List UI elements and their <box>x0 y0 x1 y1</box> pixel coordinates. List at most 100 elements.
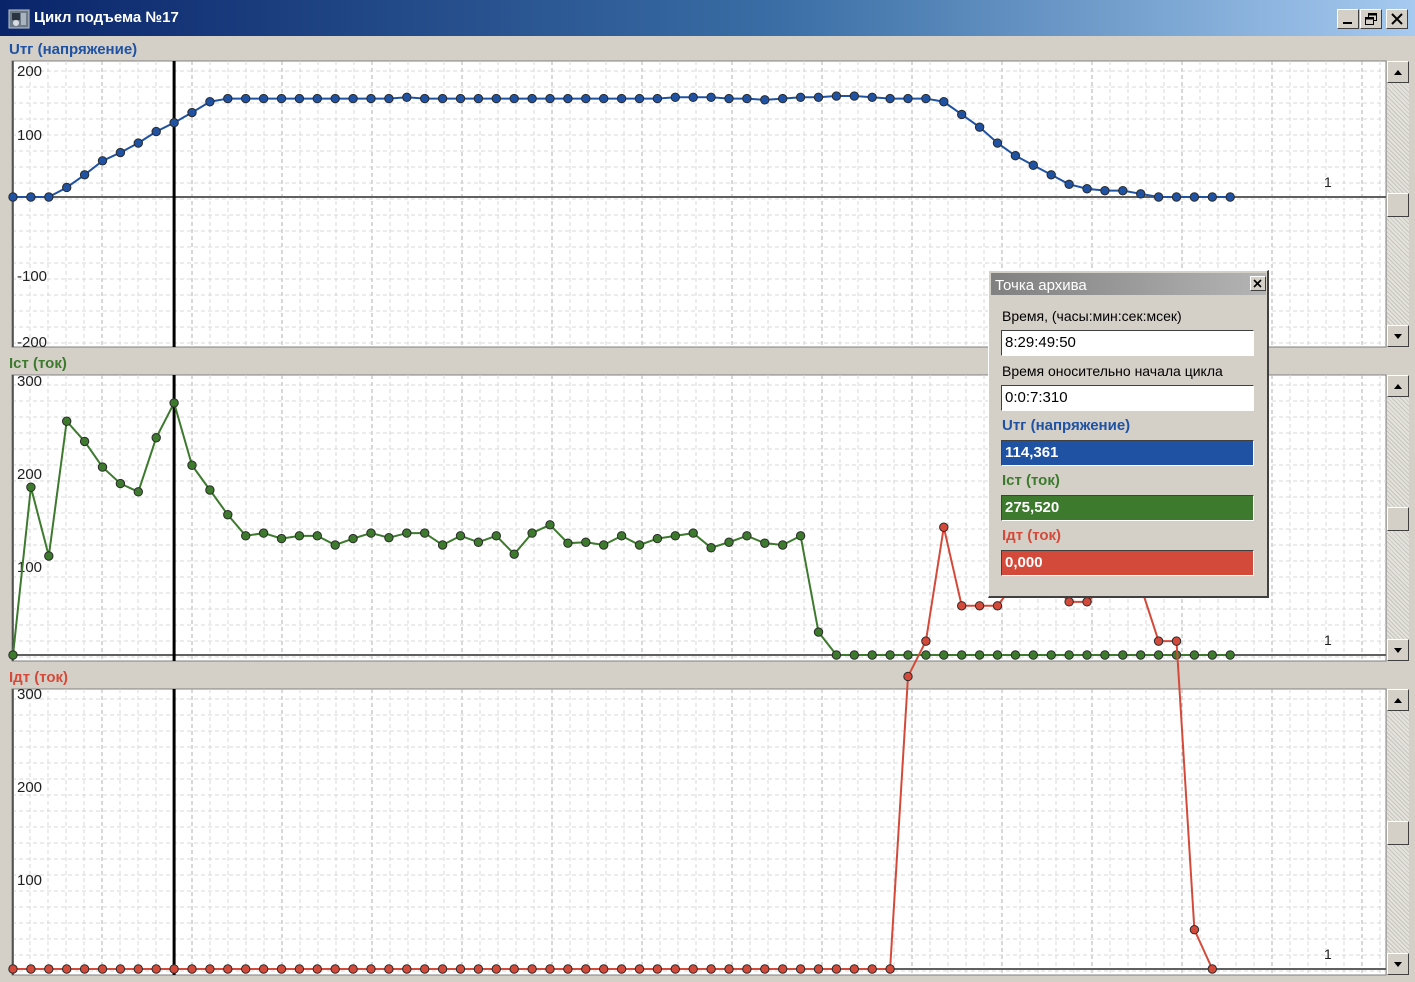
data-point <box>258 964 269 974</box>
y-tick-label: 200 <box>17 63 42 80</box>
data-point <box>8 192 18 202</box>
data-point <box>330 93 340 104</box>
data-point <box>795 964 806 974</box>
y-tick-label: 100 <box>17 127 42 144</box>
data-point <box>795 92 806 103</box>
data-point <box>115 964 126 974</box>
scroll-down-button[interactable] <box>1387 325 1409 347</box>
data-point <box>1118 650 1128 660</box>
time-field[interactable]: 8:29:49:50 <box>1001 330 1254 356</box>
data-point <box>97 156 108 166</box>
data-point <box>527 528 537 538</box>
data-point <box>44 964 54 974</box>
data-point <box>599 93 609 104</box>
data-point <box>992 601 1003 611</box>
scroll-up-button[interactable] <box>1387 689 1409 711</box>
data-point <box>634 93 645 104</box>
data-point <box>1028 160 1039 170</box>
data-point <box>169 964 179 974</box>
data-point <box>867 650 877 660</box>
scroll-up-button[interactable] <box>1387 61 1409 83</box>
data-point <box>616 93 627 104</box>
data-point <box>437 964 448 974</box>
relative-time-field[interactable]: 0:0:7:310 <box>1001 385 1254 411</box>
data-point <box>330 540 340 550</box>
data-point <box>957 650 967 660</box>
data-point <box>706 543 716 553</box>
data-point <box>187 107 197 118</box>
data-point <box>939 97 949 107</box>
data-point <box>384 532 394 543</box>
voltage-value-field[interactable]: 114,361 <box>1001 440 1254 466</box>
data-point <box>312 93 322 104</box>
data-point <box>241 93 251 104</box>
data-point <box>187 964 197 974</box>
data-point <box>760 538 770 548</box>
data-point <box>849 964 859 974</box>
scroll-thumb[interactable] <box>1387 821 1409 845</box>
data-point <box>61 964 72 974</box>
data-point <box>670 531 680 541</box>
stator-current-scrollbar[interactable] <box>1387 375 1409 661</box>
data-point <box>8 964 18 974</box>
rotor-current-scrollbar[interactable] <box>1387 689 1409 975</box>
data-point <box>1153 192 1164 202</box>
data-point <box>652 964 663 974</box>
data-point <box>115 478 126 489</box>
data-point <box>778 93 788 104</box>
data-point <box>634 540 645 550</box>
dialog-close-button[interactable] <box>1250 276 1266 291</box>
data-point <box>491 93 501 104</box>
data-point <box>742 531 752 541</box>
data-point <box>169 118 179 128</box>
scroll-thumb[interactable] <box>1387 193 1409 217</box>
stator-current-value-field[interactable]: 275,520 <box>1001 495 1254 521</box>
rotor-current-value-field[interactable]: 0,000 <box>1001 550 1254 576</box>
data-point <box>187 460 197 470</box>
data-point <box>420 964 430 974</box>
scroll-down-button[interactable] <box>1387 639 1409 661</box>
data-point <box>258 528 269 538</box>
data-point <box>563 93 573 104</box>
arrow-down-icon <box>1394 334 1402 339</box>
data-point <box>616 964 627 974</box>
data-point <box>1064 597 1074 607</box>
data-point <box>974 122 985 132</box>
rotor-current-panel-label: Iдт (ток) <box>9 669 69 686</box>
data-point <box>1064 179 1074 190</box>
data-point <box>294 531 305 541</box>
data-point <box>688 964 698 974</box>
arrow-down-icon <box>1394 648 1402 653</box>
data-point <box>312 531 322 541</box>
data-point <box>205 97 215 107</box>
data-point <box>885 964 895 974</box>
data-point <box>885 93 895 104</box>
data-point <box>312 964 322 974</box>
data-point <box>491 964 501 974</box>
data-point <box>616 531 627 541</box>
scroll-up-button[interactable] <box>1387 375 1409 397</box>
data-point <box>223 93 233 104</box>
scroll-down-button[interactable] <box>1387 953 1409 975</box>
data-point <box>599 540 609 550</box>
voltage-scrollbar[interactable] <box>1387 61 1409 347</box>
data-point <box>1189 650 1200 660</box>
data-point <box>473 93 484 104</box>
data-point <box>473 537 484 547</box>
scroll-thumb[interactable] <box>1387 507 1409 531</box>
data-point <box>1207 964 1218 974</box>
data-point <box>44 192 54 202</box>
data-point <box>79 436 90 447</box>
dialog-title-bar[interactable]: Точка архива <box>991 273 1266 295</box>
data-point <box>1171 192 1182 202</box>
data-point <box>258 93 269 104</box>
data-point <box>402 92 412 103</box>
data-point <box>276 964 287 974</box>
data-point <box>992 138 1003 148</box>
data-point <box>885 650 895 660</box>
data-point <box>706 964 716 974</box>
data-point <box>133 964 144 974</box>
data-point <box>581 964 591 974</box>
y-tick-label: -200 <box>17 334 47 351</box>
archive-point-dialog[interactable]: Точка архива Время, (часы:мин:сек:мсек) … <box>988 270 1269 598</box>
